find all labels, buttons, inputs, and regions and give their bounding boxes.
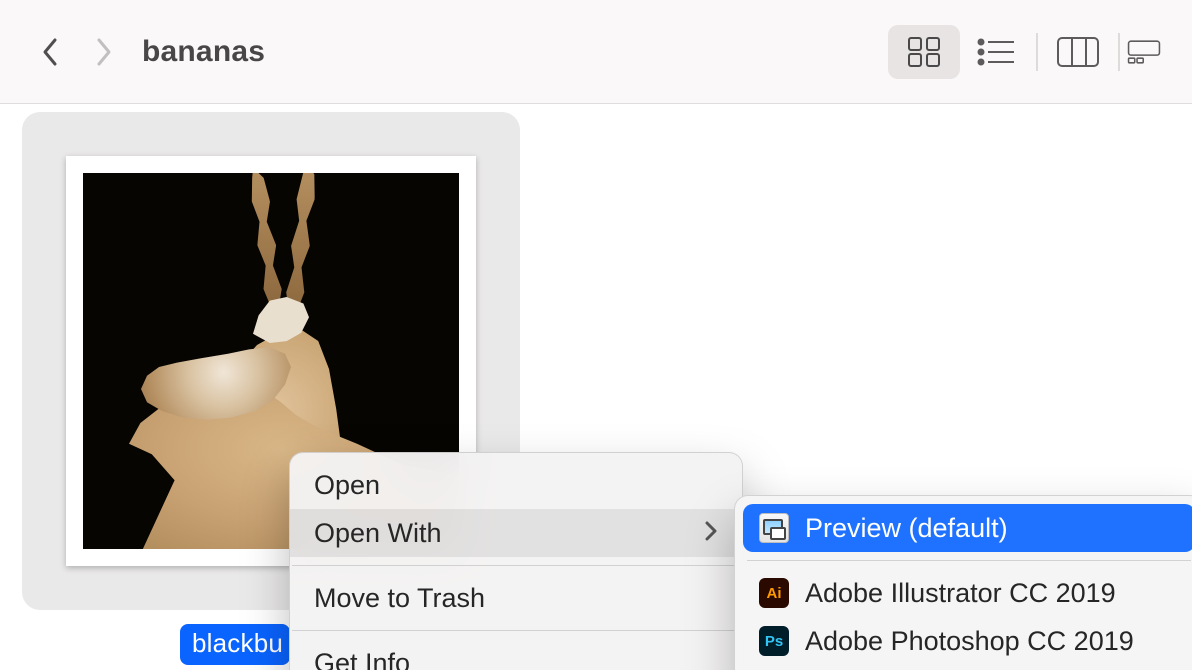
gallery-icon [1127,36,1161,68]
columns-icon [1056,36,1100,68]
forward-button[interactable] [90,32,116,72]
list-icon [976,37,1016,67]
menu-item-label: Get Info [314,648,410,670]
finder-toolbar: bananas [0,0,1192,104]
preview-app-icon [759,513,789,543]
submenu-item-app[interactable] [743,665,1192,670]
context-menu-item-get-info[interactable]: Get Info [290,639,742,670]
submenu-item-label: Adobe Illustrator CC 2019 [805,578,1116,609]
submenu-item-default[interactable]: Preview (default) [743,504,1192,552]
view-columns-button[interactable] [1042,25,1114,79]
menu-separator [747,560,1191,561]
menu-separator [292,630,740,631]
photoshop-app-icon: Ps [759,626,789,656]
view-switcher [888,25,1164,79]
grid-icon [907,36,941,68]
submenu-item-app[interactable]: Ai Adobe Illustrator CC 2019 [743,569,1192,617]
context-menu-item-trash[interactable]: Move to Trash [290,574,742,622]
context-menu-item-open-with[interactable]: Open With [290,509,742,557]
finder-content[interactable]: blackbu Open Open With Move to Trash Get… [0,104,1192,670]
submenu-item-label: Preview (default) [805,513,1008,544]
folder-title: bananas [142,35,265,69]
menu-item-label: Open [314,470,380,501]
context-menu-item-open[interactable]: Open [290,461,742,509]
view-icons-button[interactable] [888,25,960,79]
view-gallery-button[interactable] [1124,25,1164,79]
submenu-item-app[interactable]: Ps Adobe Photoshop CC 2019 [743,617,1192,665]
open-with-submenu: Preview (default) Ai Adobe Illustrator C… [734,495,1192,670]
menu-separator [292,565,740,566]
file-name-label[interactable]: blackbu [180,624,290,665]
toolbar-separator [1118,33,1120,71]
chevron-right-icon [704,518,718,549]
back-button[interactable] [38,32,64,72]
chevron-left-icon [41,36,61,68]
view-list-button[interactable] [960,25,1032,79]
illustrator-app-icon: Ai [759,578,789,608]
toolbar-separator [1036,33,1038,71]
context-menu: Open Open With Move to Trash Get Info [289,452,743,670]
menu-item-label: Open With [314,518,442,549]
menu-item-label: Move to Trash [314,583,485,614]
submenu-item-label: Adobe Photoshop CC 2019 [805,626,1134,657]
chevron-right-icon [93,36,113,68]
